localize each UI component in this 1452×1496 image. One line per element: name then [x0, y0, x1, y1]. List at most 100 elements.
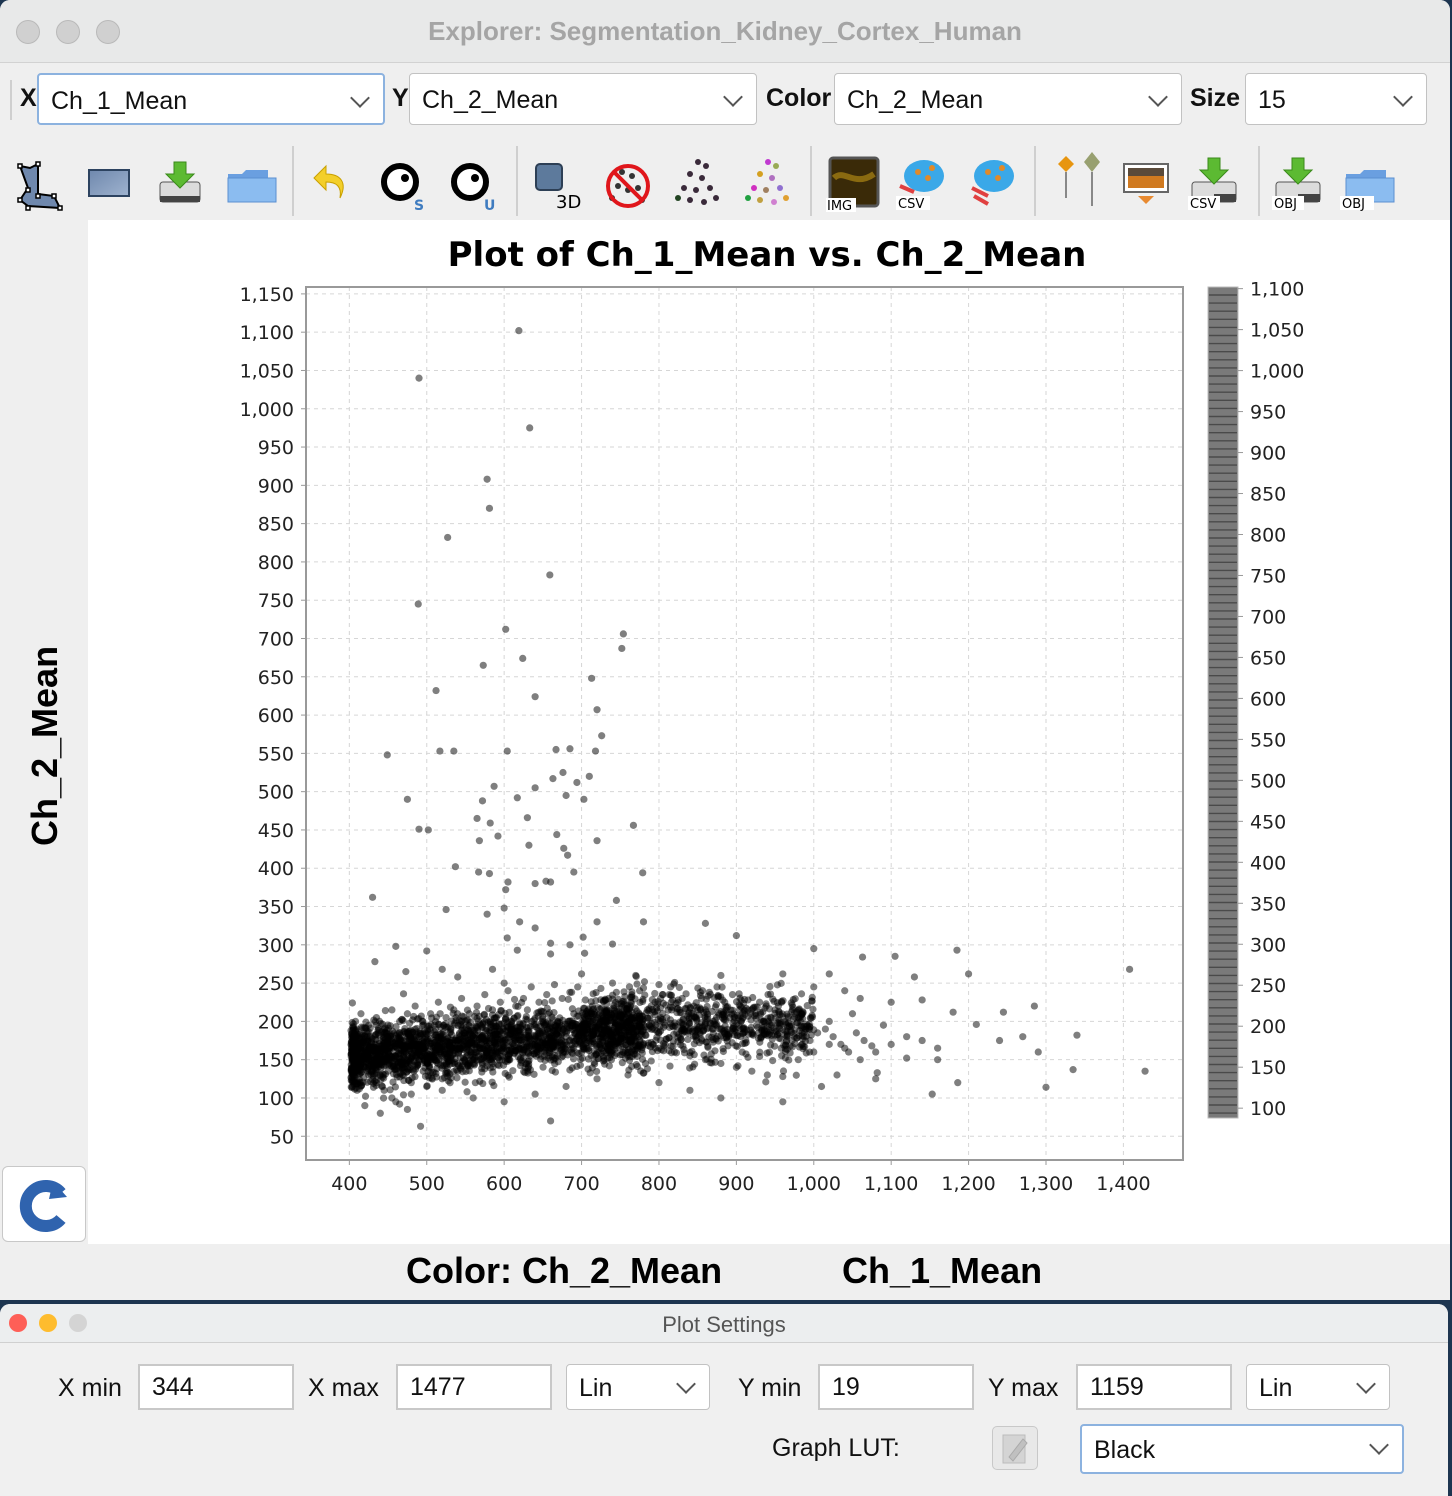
x-min-input[interactable]: [140, 1366, 292, 1408]
data-point: [463, 1006, 472, 1014]
y-scale-dropdown[interactable]: Lin: [1246, 1364, 1390, 1410]
toolbar-separator: [516, 146, 518, 216]
save-obj-button[interactable]: OBJ: [1268, 148, 1332, 212]
data-point: [448, 1030, 456, 1039]
chart-title: Plot of Ch_1_Mean vs. Ch_2_Mean: [448, 235, 1087, 275]
svg-text:OBJ: OBJ: [1342, 197, 1365, 212]
data-point: [470, 1034, 478, 1042]
data-point: [423, 1082, 431, 1090]
data-point: [568, 1049, 577, 1057]
data-point: [418, 1030, 427, 1038]
gate-unselect-button[interactable]: U: [442, 148, 506, 214]
data-point: [434, 998, 442, 1006]
x-axis-dropdown[interactable]: Ch_1_Mean: [37, 73, 385, 125]
open-roi-button[interactable]: [222, 148, 286, 212]
data-point: [349, 1023, 357, 1032]
data-point: [357, 1010, 365, 1018]
data-point: [378, 1042, 386, 1050]
data-point: [809, 1005, 817, 1013]
data-point: [841, 987, 849, 995]
image-overlay-button[interactable]: IMG: [820, 148, 884, 214]
x-scale-dropdown[interactable]: Lin: [566, 1364, 710, 1410]
polygon-roi-icon: [17, 161, 63, 211]
y-min-field[interactable]: [818, 1364, 974, 1410]
data-point: [472, 1008, 481, 1017]
data-point: [628, 1052, 636, 1061]
pins-button[interactable]: [1044, 148, 1108, 212]
data-point: [762, 1078, 770, 1086]
data-point: [502, 625, 510, 633]
snapshot-button[interactable]: [1114, 148, 1178, 212]
gate-select-button[interactable]: S: [372, 148, 436, 214]
data-point: [794, 1056, 802, 1064]
3d-view-button[interactable]: 3D: [528, 148, 592, 213]
rectangle-roi-button[interactable]: [80, 148, 144, 212]
data-point: [504, 878, 512, 886]
data-point: [475, 837, 483, 845]
data-point: [559, 768, 567, 777]
data-point: [651, 989, 659, 998]
data-point: [620, 988, 628, 996]
data-point: [436, 1010, 444, 1018]
data-point: [414, 1048, 423, 1057]
open-obj-button[interactable]: OBJ: [1338, 148, 1402, 212]
data-point: [549, 775, 557, 783]
data-point: [808, 997, 816, 1005]
data-point: [576, 1061, 585, 1069]
export-cells-csv-button[interactable]: CSV: [890, 148, 954, 212]
data-point: [526, 424, 534, 432]
explorer-window: Explorer: Segmentation_Kidney_Cortex_Hum…: [0, 0, 1450, 1300]
save-roi-button[interactable]: [152, 148, 216, 212]
data-point: [414, 600, 422, 608]
data-point: [717, 1007, 725, 1015]
data-point: [585, 772, 593, 780]
save-csv-button[interactable]: CSV: [1184, 148, 1248, 212]
y-min-input[interactable]: [820, 1366, 972, 1408]
x-min-field[interactable]: [138, 1364, 294, 1410]
x-max-field[interactable]: [396, 1364, 552, 1410]
data-point: [407, 1090, 415, 1098]
data-point: [383, 751, 391, 759]
y-tick-label: 100: [258, 1088, 294, 1110]
data-point: [464, 1040, 472, 1048]
edit-lut-button[interactable]: [992, 1426, 1038, 1470]
cells-dark-button[interactable]: [668, 148, 732, 212]
data-point: [680, 1015, 688, 1023]
cells-cluster-button[interactable]: [960, 148, 1024, 212]
data-point: [728, 1024, 737, 1032]
data-point: [368, 893, 377, 901]
graph-lut-dropdown[interactable]: Black: [1080, 1424, 1404, 1474]
y-tick-label: 600: [258, 705, 294, 727]
data-point: [625, 983, 634, 991]
clear-cells-button[interactable]: [598, 148, 662, 212]
data-point: [584, 1065, 592, 1073]
data-point: [639, 918, 648, 926]
cells-color-button[interactable]: [738, 148, 802, 212]
polygon-roi-button[interactable]: [8, 148, 72, 212]
x-max-input[interactable]: [398, 1366, 550, 1408]
data-point: [766, 1013, 774, 1021]
y-axis-dropdown[interactable]: Ch_2_Mean: [409, 73, 757, 125]
data-point: [488, 965, 497, 973]
data-point: [425, 1062, 433, 1070]
data-point: [761, 1030, 769, 1038]
scatter-plot[interactable]: Plot of Ch_1_Mean vs. Ch_2_Mean 400 500 60…: [88, 220, 1450, 1244]
y-max-field[interactable]: [1076, 1364, 1232, 1410]
refresh-button[interactable]: [2, 1166, 86, 1242]
data-point: [733, 1042, 741, 1051]
y-max-input[interactable]: [1078, 1366, 1230, 1408]
color-dropdown[interactable]: Ch_2_Mean: [834, 73, 1182, 125]
size-dropdown[interactable]: 15: [1245, 73, 1427, 125]
data-point: [445, 1050, 454, 1058]
cells-dark-icon: [675, 159, 719, 205]
data-point: [412, 1030, 420, 1038]
data-point: [650, 1026, 659, 1034]
data-point: [436, 747, 444, 755]
data-point: [728, 990, 737, 999]
data-point: [379, 1057, 387, 1065]
undo-button[interactable]: [300, 148, 364, 212]
data-point: [764, 990, 772, 999]
data-point: [701, 919, 710, 927]
data-point: [709, 1036, 717, 1044]
data-point: [735, 990, 743, 998]
